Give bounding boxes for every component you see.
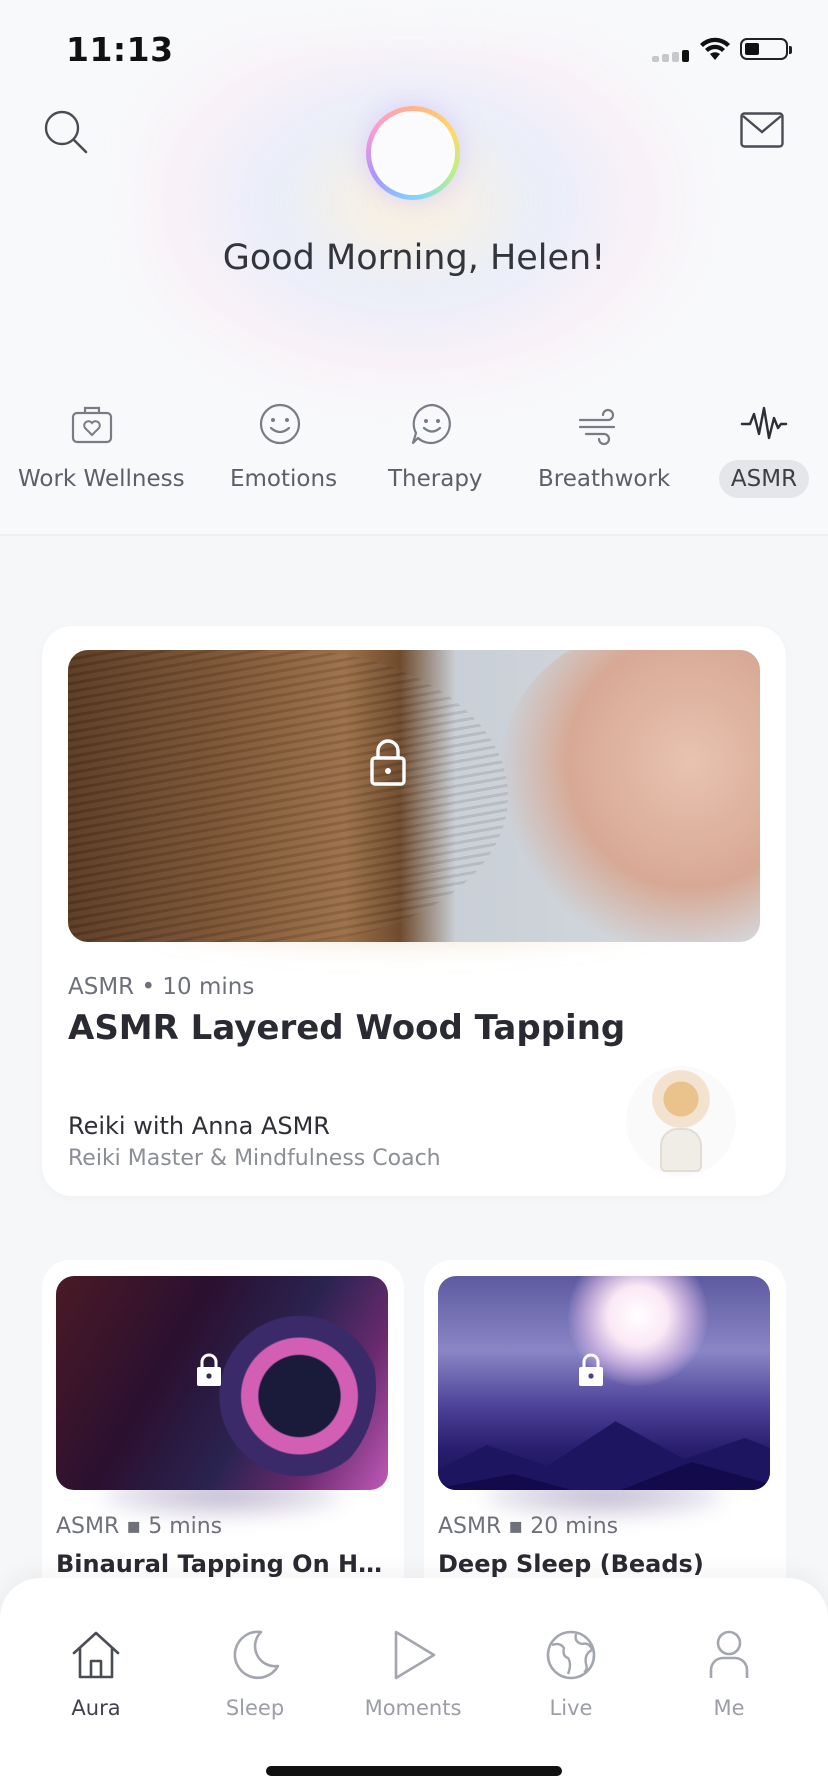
- meta-dot: •: [141, 974, 163, 1000]
- category-asmr[interactable]: ASMR: [712, 400, 816, 498]
- smiley-icon: [259, 403, 301, 445]
- category-label: Work Wellness: [18, 466, 185, 492]
- tab-label: Aura: [71, 1696, 121, 1720]
- wind-icon: [578, 408, 616, 446]
- card-category: ASMR: [56, 1514, 120, 1539]
- featured-duration: 10 mins: [162, 974, 255, 1000]
- header-divider: [0, 534, 828, 536]
- card-title: Binaural Tapping On Hea...: [56, 1550, 388, 1578]
- soundwave-icon: [740, 406, 788, 440]
- category-label: Emotions: [230, 466, 338, 492]
- coach-name: Reiki with Anna ASMR: [68, 1112, 330, 1140]
- category-label: Therapy: [388, 466, 483, 492]
- wood-texture: [68, 650, 508, 942]
- lock-icon: [579, 1353, 603, 1386]
- tab-me[interactable]: Me: [664, 1628, 794, 1720]
- signal-icon: [652, 50, 690, 62]
- battery-icon: [740, 38, 792, 60]
- featured-thumbnail: [68, 650, 760, 942]
- meta-dot: ▪: [126, 1514, 149, 1539]
- aura-ring-logo[interactable]: [366, 106, 460, 200]
- card-meta: ASMR ▪ 5 mins: [56, 1514, 222, 1539]
- lock-icon: [370, 739, 406, 786]
- card-duration: 5 mins: [148, 1514, 223, 1539]
- category-emotions[interactable]: Emotions: [218, 400, 342, 498]
- moon-icon: [233, 1630, 280, 1680]
- briefcase-heart-icon: [71, 406, 113, 444]
- chat-smiley-icon: [411, 403, 451, 445]
- person-icon: [709, 1630, 749, 1678]
- app-screen: 11:13 Good Morning, Helen! Work Wellness: [0, 0, 828, 1792]
- category-bar: Work Wellness Emotions Therapy Breathwor…: [0, 400, 828, 502]
- meta-dot: ▪: [508, 1514, 531, 1539]
- category-breathwork[interactable]: Breathwork: [526, 400, 670, 498]
- card-title: Deep Sleep (Beads): [438, 1550, 704, 1578]
- tab-label: Live: [549, 1696, 593, 1720]
- wifi-icon: [700, 37, 730, 60]
- card-duration: 20 mins: [530, 1514, 619, 1539]
- home-icon: [72, 1631, 120, 1679]
- hand-shape: [498, 650, 760, 942]
- globe-icon: [546, 1630, 596, 1680]
- tab-label: Me: [713, 1696, 745, 1720]
- aura-glow: [140, 40, 700, 400]
- bottom-tab-bar: Aura Sleep Moments Live Me: [0, 1578, 828, 1792]
- category-label: ASMR: [718, 460, 810, 498]
- category-label: Breathwork: [538, 466, 671, 492]
- featured-title: ASMR Layered Wood Tapping: [68, 1008, 626, 1048]
- greeting-title: Good Morning, Helen!: [222, 238, 606, 278]
- category-therapy[interactable]: Therapy: [376, 400, 488, 498]
- featured-session-card[interactable]: ASMR • 10 mins ASMR Layered Wood Tapping…: [42, 626, 786, 1196]
- coach-role: Reiki Master & Mindfulness Coach: [68, 1146, 441, 1171]
- status-time: 11:13: [66, 30, 174, 69]
- tab-live[interactable]: Live: [506, 1628, 636, 1720]
- lock-icon: [197, 1353, 221, 1386]
- mail-icon[interactable]: [740, 112, 784, 148]
- tab-label: Moments: [364, 1696, 462, 1720]
- search-icon[interactable]: [42, 108, 90, 156]
- card-meta: ASMR ▪ 20 mins: [438, 1514, 618, 1539]
- tab-label: Sleep: [225, 1696, 285, 1720]
- category-work-wellness[interactable]: Work Wellness: [6, 400, 185, 498]
- featured-category: ASMR: [68, 974, 135, 1000]
- tab-aura[interactable]: Aura: [31, 1628, 161, 1720]
- tab-moments[interactable]: Moments: [348, 1628, 478, 1720]
- play-icon: [394, 1630, 436, 1680]
- headphones-shape: [206, 1286, 376, 1486]
- home-indicator[interactable]: [266, 1766, 562, 1776]
- featured-meta: ASMR • 10 mins: [68, 974, 254, 1000]
- tab-sleep[interactable]: Sleep: [190, 1628, 320, 1720]
- card-category: ASMR: [438, 1514, 502, 1539]
- coach-avatar[interactable]: [626, 1066, 736, 1176]
